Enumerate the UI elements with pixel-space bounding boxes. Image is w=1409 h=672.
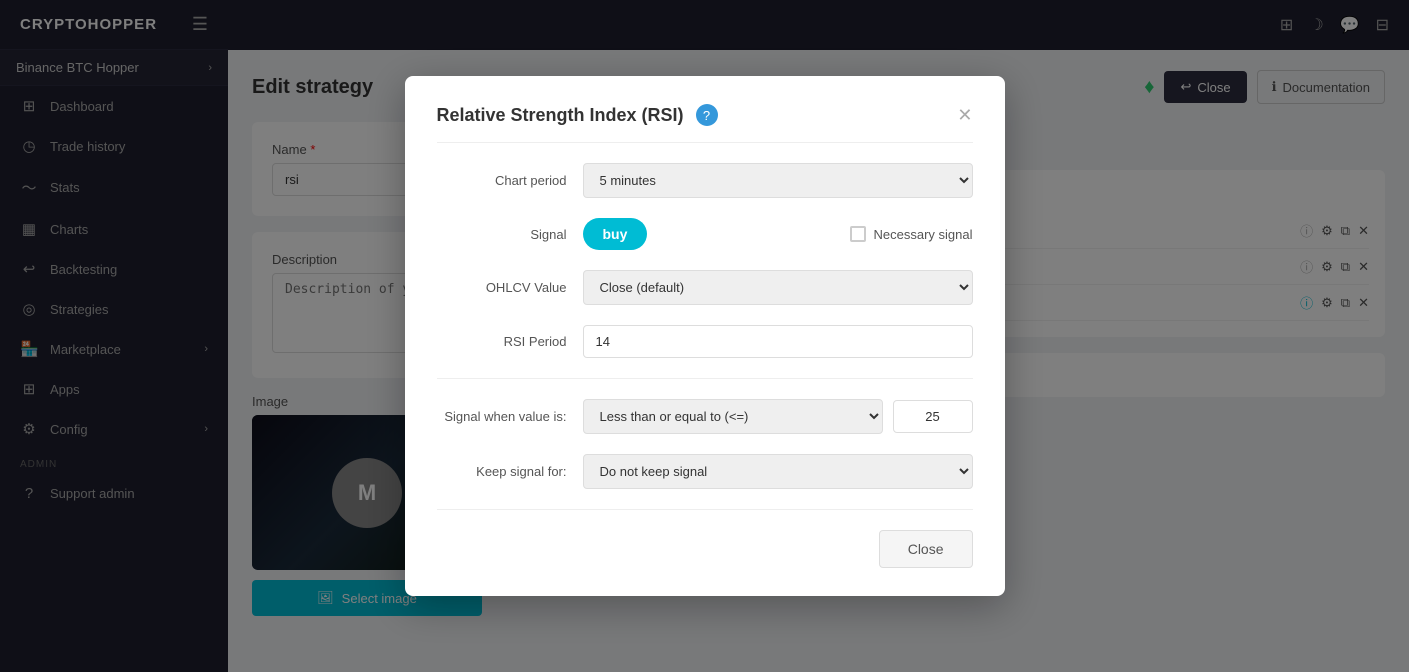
chart-period-label: Chart period (437, 173, 567, 188)
modal-close-button[interactable]: Close (879, 530, 973, 568)
buy-signal-button[interactable]: buy (583, 218, 648, 250)
ohlcv-row: OHLCV Value Close (default) Open High Lo… (437, 270, 973, 305)
chart-period-row: Chart period 5 minutes 15 minutes 30 min… (437, 163, 973, 198)
signal-label: Signal (437, 227, 567, 242)
modal-overlay: Relative Strength Index (RSI) ? ✕ Chart … (0, 0, 1409, 672)
necessary-signal-checkbox[interactable] (850, 226, 866, 242)
modal-close-x-button[interactable]: ✕ (957, 105, 972, 126)
keep-signal-select[interactable]: Do not keep signal 1 candle 2 candles 3 … (583, 454, 973, 489)
keep-signal-label: Keep signal for: (437, 464, 567, 479)
signal-threshold-input[interactable] (893, 400, 973, 433)
ohlcv-select[interactable]: Close (default) Open High Low Volume (583, 270, 973, 305)
necessary-signal-container: Necessary signal (850, 226, 973, 242)
signal-when-controls: Less than or equal to (<=) Greater than … (583, 399, 973, 434)
chart-period-select[interactable]: 5 minutes 15 minutes 30 minutes 1 hour 4… (583, 163, 973, 198)
signal-when-select[interactable]: Less than or equal to (<=) Greater than … (583, 399, 883, 434)
signal-controls: buy Necessary signal (583, 218, 973, 250)
modal-divider (437, 378, 973, 379)
rsi-period-row: RSI Period (437, 325, 973, 358)
necessary-signal-label: Necessary signal (874, 227, 973, 242)
signal-row: Signal buy Necessary signal (437, 218, 973, 250)
signal-when-label: Signal when value is: (437, 409, 567, 424)
modal-help-button[interactable]: ? (696, 104, 718, 126)
modal-footer: Close (437, 530, 973, 568)
modal-title: Relative Strength Index (RSI) (437, 105, 684, 126)
rsi-period-input[interactable] (583, 325, 973, 358)
rsi-modal: Relative Strength Index (RSI) ? ✕ Chart … (405, 76, 1005, 596)
keep-signal-row: Keep signal for: Do not keep signal 1 ca… (437, 454, 973, 489)
modal-footer-divider (437, 509, 973, 510)
ohlcv-label: OHLCV Value (437, 280, 567, 295)
signal-when-row: Signal when value is: Less than or equal… (437, 399, 973, 434)
rsi-period-label: RSI Period (437, 334, 567, 349)
modal-header: Relative Strength Index (RSI) ? ✕ (437, 104, 973, 143)
